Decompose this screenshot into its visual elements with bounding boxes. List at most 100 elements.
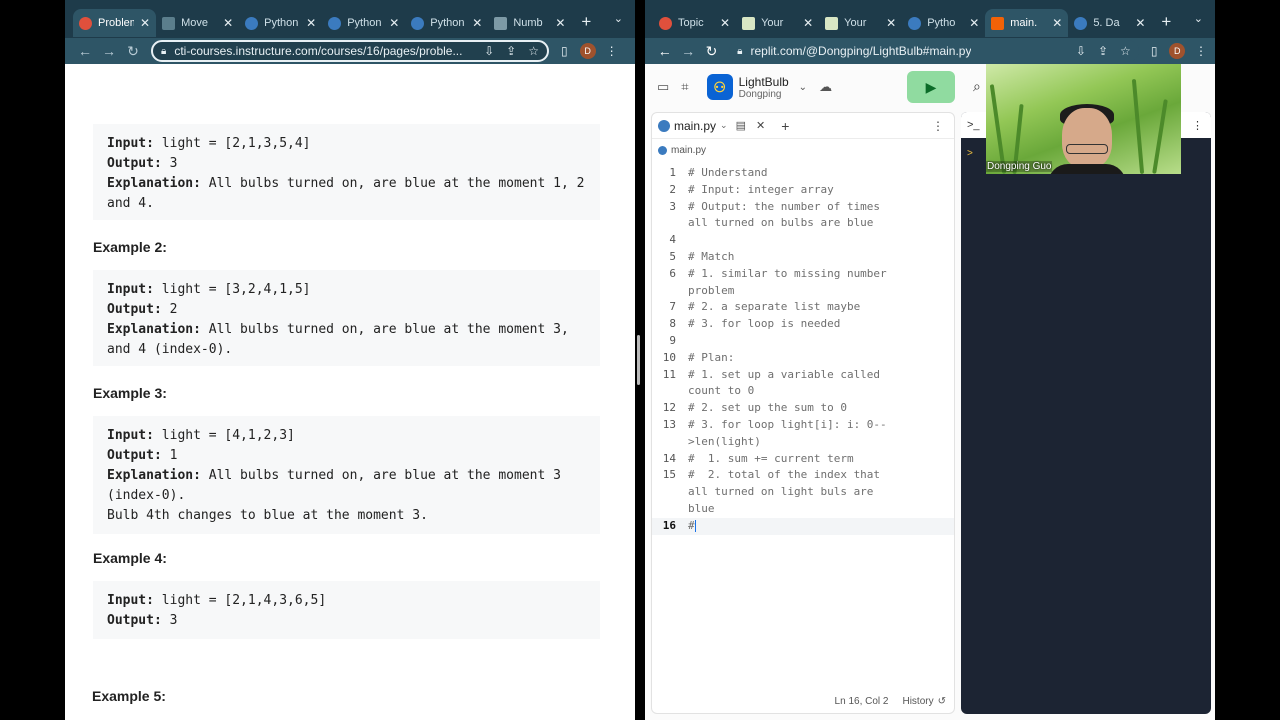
forward-icon[interactable]: → [97, 43, 121, 59]
code-line[interactable]: 4 [652, 232, 954, 249]
input-label: Input: [107, 593, 154, 608]
reload-icon[interactable]: ↻ [700, 43, 723, 60]
line-text: # 2. a separate list maybe [688, 300, 861, 314]
tab-label: Your [761, 17, 784, 29]
tab-your-2[interactable]: Your ✕ [819, 9, 902, 37]
chevron-down-icon[interactable]: ⌄ [720, 120, 728, 131]
code-line[interactable]: 7 # 2. a separate list maybe [652, 299, 954, 316]
menu-icon[interactable]: ⋮ [1195, 44, 1207, 58]
forward-icon[interactable]: → [676, 43, 699, 59]
new-tab-icon[interactable]: + [581, 12, 591, 32]
file-tab-main[interactable]: main.py ⌄ ▤ ✕ [658, 119, 765, 133]
input-label: Input: [107, 428, 154, 443]
close-icon[interactable]: ✕ [306, 16, 316, 30]
tab-numbers[interactable]: Numb ✕ [488, 9, 571, 37]
tab-data[interactable]: 5. Da ✕ [1068, 9, 1151, 37]
chevron-down-icon[interactable]: ⌄ [1194, 12, 1203, 25]
menu-icon[interactable]: ⋮ [1192, 119, 1203, 132]
text-caret [694, 519, 696, 532]
add-tab-icon[interactable]: + [781, 118, 789, 134]
sidebar-toggle-icon[interactable]: ▭ [657, 79, 669, 95]
star-icon[interactable]: ☆ [528, 44, 539, 58]
replit-logo-icon[interactable]: ⌗ [681, 79, 688, 95]
close-icon[interactable]: ✕ [886, 16, 896, 30]
code-line[interactable]: 3 # Output: the number of times all turne… [652, 199, 954, 233]
output-value: 2 [161, 302, 178, 317]
close-icon[interactable]: ✕ [756, 119, 765, 132]
line-number: 13 [662, 417, 676, 431]
close-icon[interactable]: ✕ [1052, 16, 1062, 30]
close-icon[interactable]: ✕ [720, 16, 730, 30]
canvas-icon [659, 16, 672, 30]
install-icon[interactable]: ⇩ [484, 44, 494, 58]
line-text: # 3. for loop light[i]: i: 0-->len(light… [688, 417, 887, 448]
code-line[interactable]: 12 # 2. set up the sum to 0 [652, 400, 954, 417]
chevron-down-icon[interactable]: ⌄ [614, 12, 623, 25]
history-button[interactable]: History [902, 696, 933, 707]
replit-icon [991, 16, 1005, 30]
python-file-icon [658, 145, 667, 155]
install-icon[interactable]: ⇩ [1076, 44, 1086, 58]
back-icon[interactable]: ← [73, 43, 97, 59]
url-input[interactable]: 🔒︎ cti-courses.instructure.com/courses/1… [151, 40, 549, 62]
code-line[interactable]: 1 # Understand [652, 165, 954, 182]
code-line[interactable]: 2 # Input: integer array [652, 182, 954, 199]
avatar[interactable]: D [1169, 43, 1186, 59]
back-icon[interactable]: ← [653, 43, 676, 59]
run-button[interactable]: ▶ [907, 71, 955, 103]
code-line[interactable]: 8 # 3. for loop is needed [652, 316, 954, 333]
star-icon[interactable]: ☆ [1120, 44, 1131, 58]
line-text [688, 333, 898, 350]
terminal-icon[interactable]: >_ [967, 119, 980, 131]
avatar[interactable]: D [579, 43, 596, 59]
tab-move[interactable]: Move ✕ [156, 9, 239, 37]
menu-icon[interactable]: ⋮ [606, 44, 618, 58]
code-line[interactable]: 14 # 1. sum += current term [652, 451, 954, 468]
tab-python-3[interactable]: Python ✕ [405, 9, 488, 37]
sidebar-icon[interactable]: ▯ [561, 44, 568, 58]
code-area[interactable]: 1 # Understand 2 # Input: integer array 3 # O… [652, 165, 954, 535]
code-line[interactable]: 10 # Plan: [652, 350, 954, 367]
document-icon[interactable]: ▤ [736, 119, 746, 132]
code-line[interactable]: 9 [652, 333, 954, 350]
code-line[interactable]: 6 # 1. similar to missing number problem [652, 266, 954, 300]
tab-python-1[interactable]: Python ✕ [239, 9, 322, 37]
close-icon[interactable]: ✕ [1135, 16, 1145, 30]
project-info[interactable]: LightBulb Dongping [739, 75, 789, 100]
share-icon[interactable]: ⇪ [506, 44, 516, 58]
reload-icon[interactable]: ↻ [121, 43, 145, 60]
split-divider-handle[interactable] [637, 335, 640, 385]
tab-python[interactable]: Pytho ✕ [902, 9, 985, 37]
cloud-icon: ☁ [819, 79, 833, 94]
address-bar: ← → ↻ 🔒︎ replit.com/@Dongping/LightBulb#… [645, 38, 1215, 64]
close-icon[interactable]: ✕ [472, 16, 482, 30]
line-number: 9 [669, 333, 676, 347]
new-tab-icon[interactable]: + [1161, 12, 1171, 32]
tab-python-2[interactable]: Python ✕ [322, 9, 405, 37]
close-icon[interactable]: ✕ [969, 16, 979, 30]
chevron-down-icon[interactable]: ⌄ [799, 82, 807, 93]
tab-topic[interactable]: Topic ✕ [653, 9, 736, 37]
tab-main[interactable]: main. ✕ [985, 9, 1069, 37]
breadcrumb-file[interactable]: main.py [671, 145, 706, 156]
close-icon[interactable]: ✕ [803, 16, 813, 30]
code-line[interactable]: 11 # 1. set up a variable called count to… [652, 367, 954, 401]
history-icon[interactable]: ↺ [938, 696, 946, 707]
code-line[interactable]: 5 # Match [652, 249, 954, 266]
tab-problem[interactable]: Problem ✕ [73, 9, 157, 37]
sidebar-icon[interactable]: ▯ [1151, 44, 1158, 58]
close-icon[interactable]: ✕ [140, 16, 150, 30]
code-line[interactable]: 15 # 2. total of the index that all turne… [652, 467, 954, 517]
close-icon[interactable]: ✕ [555, 16, 565, 30]
code-line[interactable]: 13 # 3. for loop light[i]: i: 0-->len(lig… [652, 417, 954, 451]
share-icon[interactable]: ⇪ [1098, 44, 1108, 58]
menu-icon[interactable]: ⋮ [932, 119, 944, 133]
close-icon[interactable]: ✕ [223, 16, 233, 30]
code-line[interactable]: 16 # [652, 517, 954, 535]
tab-your-1[interactable]: Your ✕ [736, 9, 819, 37]
search-icon[interactable]: ⌕ [973, 78, 981, 95]
url-input[interactable]: 🔒︎ replit.com/@Dongping/LightBulb#main.p… [729, 40, 1139, 62]
line-number: 1 [669, 166, 676, 179]
example-5-heading: Example 5: [92, 688, 166, 704]
close-icon[interactable]: ✕ [389, 16, 399, 30]
